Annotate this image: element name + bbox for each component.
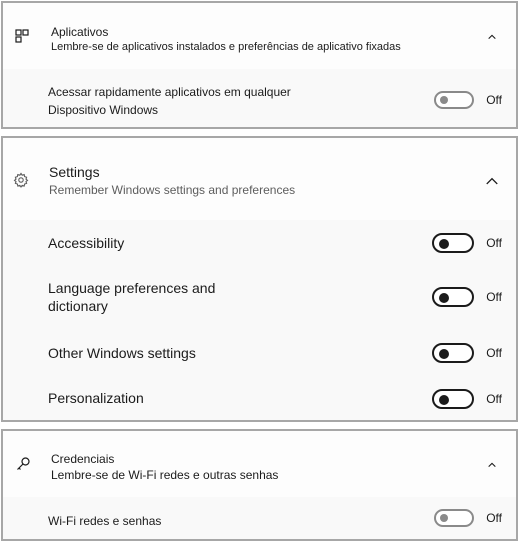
settings-title: Settings [49, 164, 100, 180]
credentials-subtitle: Lembre-se de Wi-Fi redes e outras senhas [51, 468, 279, 482]
toggle-knob [439, 239, 449, 249]
credentials-panel: Credenciais Lembre-se de Wi-Fi redes e o… [1, 429, 518, 541]
wifi-toggle[interactable] [434, 509, 474, 527]
list-item: Wi-Fi redes e senhas Off [3, 497, 516, 539]
toggle-state: Off [486, 511, 502, 525]
settings-header[interactable]: Settings Remember Windows settings and p… [3, 138, 516, 221]
list-item: Personalization Off [3, 375, 516, 420]
toggle-knob [440, 96, 448, 104]
other-settings-toggle[interactable] [432, 343, 474, 363]
toggle-knob [439, 395, 449, 405]
gear-icon [13, 172, 29, 188]
apps-title: Aplicativos [51, 25, 109, 39]
row-label-line2: Dispositivo Windows [48, 103, 159, 117]
row-label: Accessibility [48, 235, 125, 251]
apps-grid-icon [14, 28, 30, 44]
toggle-state: Off [486, 93, 502, 107]
language-toggle[interactable] [432, 287, 474, 307]
toggle-state: Off [486, 392, 502, 406]
chevron-up-icon[interactable] [487, 460, 497, 470]
settings-panel: Settings Remember Windows settings and p… [1, 136, 518, 422]
toggle-knob [439, 293, 449, 303]
toggle-state: Off [486, 346, 502, 360]
key-icon [15, 456, 31, 472]
row-label: Wi-Fi redes e senhas [48, 514, 162, 528]
row-label-line1: Acessar rapidamente aplicativos em qualq… [48, 85, 291, 99]
credentials-header[interactable]: Credenciais Lembre-se de Wi-Fi redes e o… [3, 431, 516, 498]
personalization-toggle[interactable] [432, 389, 474, 409]
toggle-knob [439, 349, 449, 359]
row-label: Personalization [48, 390, 144, 406]
row-label-line2: dictionary [48, 298, 108, 314]
row-label-line1: Language preferences and [48, 280, 216, 296]
list-item: Acessar rapidamente aplicativos em qualq… [3, 69, 516, 127]
toggle-knob [440, 514, 448, 522]
row-label: Other Windows settings [48, 345, 196, 361]
list-item: Other Windows settings Off [3, 330, 516, 376]
settings-subtitle: Remember Windows settings and preference… [49, 183, 296, 197]
apps-panel: Aplicativos Lembre-se de aplicativos ins… [1, 1, 518, 129]
apps-subtitle: Lembre-se de aplicativos instalados e pr… [51, 41, 401, 53]
chevron-up-icon[interactable] [487, 32, 497, 42]
toggle-state: Off [486, 236, 502, 250]
credentials-title: Credenciais [51, 452, 115, 466]
list-item: Accessibility Off [3, 220, 516, 265]
chevron-up-icon[interactable] [485, 174, 499, 188]
accessibility-toggle[interactable] [432, 233, 474, 253]
toggle-state: Off [486, 290, 502, 304]
apps-toggle[interactable] [434, 91, 474, 109]
list-item: Language preferences and dictionary Off [3, 264, 516, 331]
apps-header[interactable]: Aplicativos Lembre-se de aplicativos ins… [3, 3, 516, 70]
